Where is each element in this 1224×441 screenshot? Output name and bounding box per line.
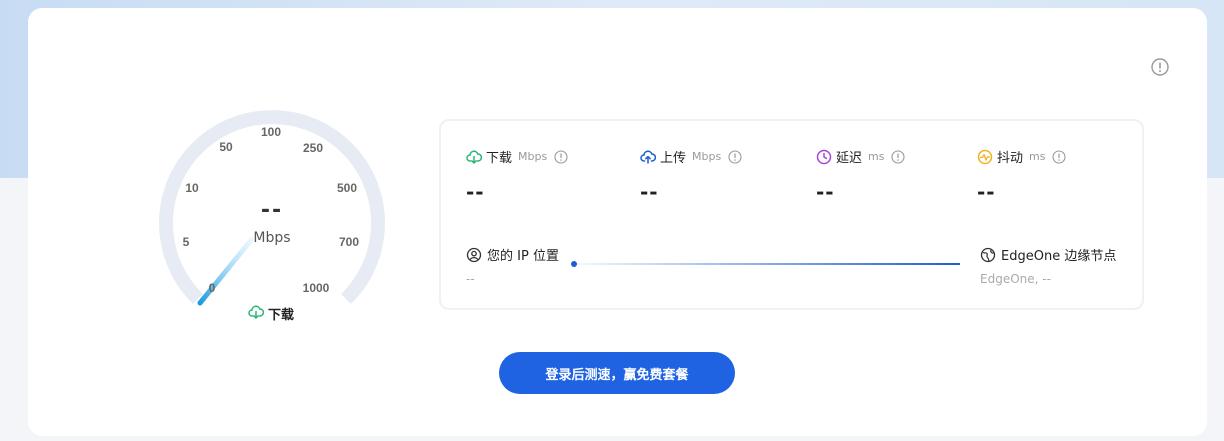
info-icon[interactable] <box>1151 58 1169 76</box>
tick-label: 1000 <box>303 281 330 295</box>
metrics-panel: 下载 Mbps -- 上传 Mbps -- 延迟 ms -- 抖动 ms -- … <box>439 119 1144 310</box>
globe-icon <box>980 247 996 263</box>
gauge-caption-label: 下载 <box>268 308 295 323</box>
metric-unit: Mbps <box>692 150 722 163</box>
info-icon[interactable] <box>891 149 906 164</box>
gauge-caption: 下载 <box>248 304 294 323</box>
download-cloud-icon <box>466 149 482 165</box>
tick-label: 500 <box>337 181 357 195</box>
metric-value: -- <box>640 180 659 204</box>
node-value: EdgeOne, -- <box>980 272 1051 286</box>
metric-label: 抖动 <box>997 151 1024 166</box>
node-label: EdgeOne 边缘节点 <box>1001 249 1117 264</box>
info-icon[interactable] <box>554 149 568 164</box>
metric-value: -- <box>816 180 835 204</box>
metric-label: 上传 <box>660 151 687 166</box>
ip-location: 您的 IP 位置 -- <box>466 245 559 286</box>
tick-label: 50 <box>219 140 233 154</box>
speed-test-card: 0 5 10 50 100 250 500 700 1000 -- Mbps 下… <box>28 8 1207 436</box>
user-icon <box>466 247 482 263</box>
gauge-unit: Mbps <box>253 230 291 246</box>
metric-value: -- <box>466 180 485 204</box>
metric-value: -- <box>977 180 996 204</box>
info-icon[interactable] <box>728 149 742 164</box>
metric-latency: 延迟 ms -- <box>816 147 906 204</box>
metric-upload: 上传 Mbps -- <box>640 147 742 204</box>
clock-icon <box>816 149 832 165</box>
metric-download: 下载 Mbps -- <box>466 147 568 204</box>
metric-label: 延迟 <box>836 151 863 166</box>
metric-label: 下载 <box>486 151 513 166</box>
connection-line <box>577 263 960 265</box>
metric-jitter: 抖动 ms -- <box>977 147 1067 204</box>
upload-cloud-icon <box>640 149 656 165</box>
tick-label: 0 <box>209 281 216 295</box>
gauge-value: -- <box>260 198 284 223</box>
download-cloud-icon <box>248 305 264 322</box>
tick-label: 10 <box>185 181 199 195</box>
speed-gauge: 0 5 10 50 100 250 500 700 1000 -- Mbps 下… <box>148 100 396 325</box>
tick-label: 100 <box>261 125 281 139</box>
metric-unit: ms <box>868 150 885 163</box>
info-icon[interactable] <box>1052 149 1067 164</box>
login-test-button[interactable]: 登录后测速，赢免费套餐 <box>499 352 735 394</box>
edge-node: EdgeOne 边缘节点 EdgeOne, -- <box>980 245 1116 286</box>
tick-label: 250 <box>303 141 323 155</box>
metric-unit: Mbps <box>518 150 548 163</box>
metric-unit: ms <box>1029 150 1046 163</box>
jitter-icon <box>977 149 993 165</box>
ip-value: -- <box>466 272 475 286</box>
ip-label: 您的 IP 位置 <box>487 249 559 264</box>
